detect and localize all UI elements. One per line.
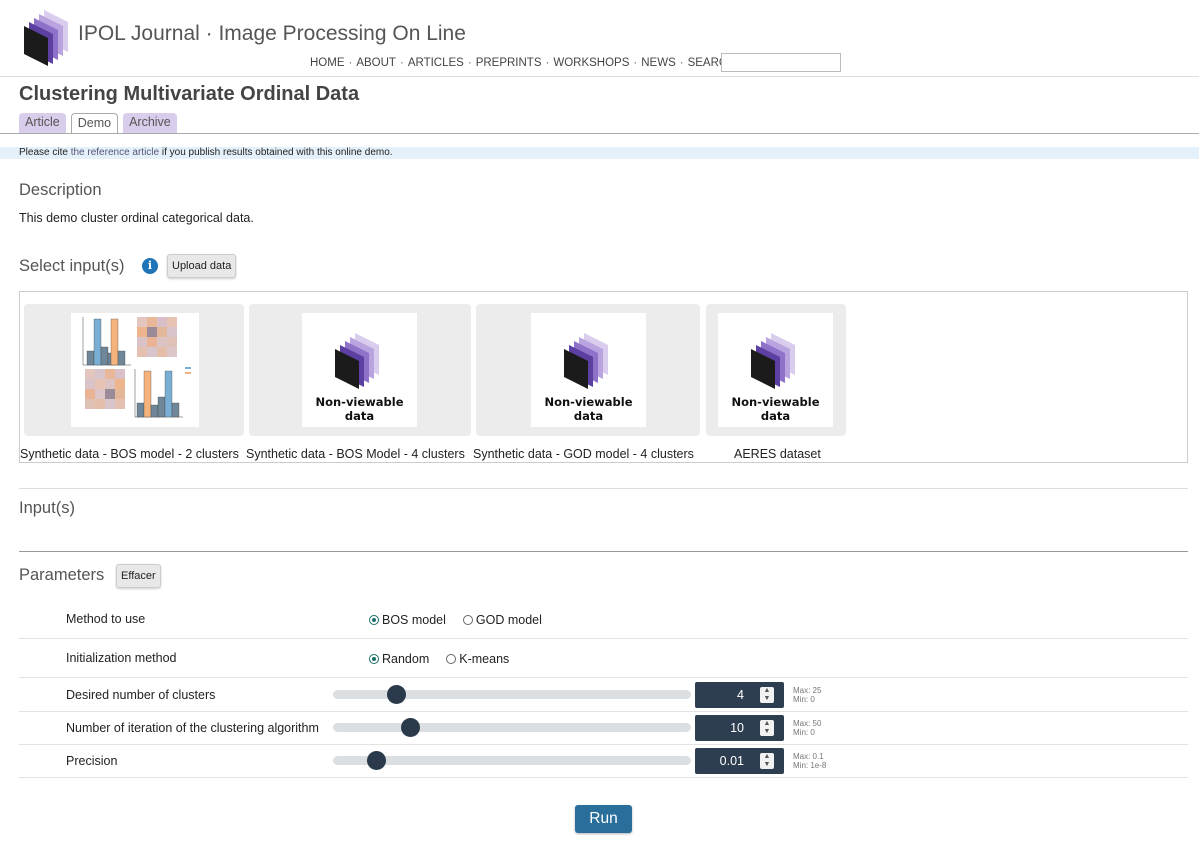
cite-notice: Please cite the reference article if you… <box>0 147 1199 159</box>
gallery-item-bos-2[interactable] <box>24 304 244 436</box>
upload-data-button[interactable]: Upload data <box>167 254 237 278</box>
radio-kmeans[interactable] <box>446 654 457 664</box>
iterations-number-input[interactable]: 10 ▲ ▼ <box>695 715 784 741</box>
radio-god-model-label[interactable]: GOD model <box>476 613 542 627</box>
radio-bos-model[interactable] <box>369 615 379 625</box>
radio-bos-model-label[interactable]: BOS model <box>382 613 446 627</box>
ipol-logo-icon <box>751 333 795 389</box>
iterations-range: Max: 50 Min: 0 <box>793 719 821 737</box>
inputs-heading: Input(s) <box>19 499 75 517</box>
reference-article-link[interactable]: the reference article <box>71 147 159 158</box>
precision-slider[interactable] <box>333 751 691 770</box>
non-viewable-label: Non-viewable data <box>315 395 404 423</box>
param-row-method: Method to use BOS model GOD model <box>19 601 1188 639</box>
clusters-max: Max: 25 <box>793 686 822 695</box>
search-input[interactable] <box>721 53 841 72</box>
gallery-label-bos-4[interactable]: Synthetic data - BOS Model - 4 clusters <box>246 447 465 461</box>
method-radio-group: BOS model GOD model <box>369 613 542 627</box>
clusters-slider[interactable] <box>333 685 691 704</box>
init-label: Initialization method <box>66 651 177 665</box>
info-icon[interactable]: i <box>142 258 158 274</box>
precision-slider-thumb[interactable] <box>366 751 386 770</box>
nav-news[interactable]: NEWS <box>641 57 676 69</box>
param-row-init: Initialization method Random K-means <box>19 640 1188 678</box>
init-radio-group: Random K-means <box>369 652 509 666</box>
cite-text-before: Please cite <box>19 147 71 158</box>
spinner-icon[interactable]: ▲ ▼ <box>760 720 774 736</box>
nav-preprints[interactable]: PREPRINTS <box>476 57 542 69</box>
param-row-iterations: Number of iteration of the clustering al… <box>19 712 1188 745</box>
precision-max: Max: 0.1 <box>793 752 824 761</box>
reset-parameters-button[interactable]: Effacer <box>116 564 161 588</box>
nav-articles[interactable]: ARTICLES <box>408 57 464 69</box>
ipol-logo[interactable] <box>22 8 70 66</box>
tab-demo[interactable]: Demo <box>70 113 119 134</box>
ipol-logo-icon <box>335 333 379 389</box>
clusters-number-input[interactable]: 4 ▲ ▼ <box>695 682 784 708</box>
histogram-preview-image <box>71 313 199 427</box>
clusters-range: Max: 25 Min: 0 <box>793 686 821 704</box>
iterations-max: Max: 50 <box>793 719 822 728</box>
cite-text-after: if you publish results obtained with thi… <box>159 147 393 158</box>
param-row-clusters: Desired number of clusters 4 ▲ ▼ Max: 25 … <box>19 679 1188 712</box>
site-header: IPOL Journal · Image Processing On Line … <box>0 0 1199 76</box>
gallery-item-god-4[interactable]: Non-viewable data <box>476 304 700 436</box>
radio-god-model[interactable] <box>462 615 473 625</box>
non-viewable-thumbnail: Non-viewable data <box>718 313 833 427</box>
precision-number-input[interactable]: 0.01 ▲ ▼ <box>695 748 784 774</box>
run-button[interactable]: Run <box>575 805 632 833</box>
nav-home[interactable]: HOME <box>310 57 345 69</box>
method-label: Method to use <box>66 612 146 626</box>
parameters-heading: Parameters <box>19 566 105 584</box>
precision-label: Precision <box>66 754 118 768</box>
clusters-min: Min: 0 <box>793 695 815 704</box>
param-row-precision: Precision 0.01 ▲ ▼ Max: 0.1 Min: 1e-8 <box>19 745 1188 778</box>
clusters-slider-thumb[interactable] <box>387 685 407 704</box>
iterations-value[interactable]: 10 <box>730 721 744 735</box>
description-text: This demo cluster ordinal categorical da… <box>19 211 254 225</box>
tab-article[interactable]: Article <box>19 113 66 133</box>
header-divider <box>0 76 1199 77</box>
input-gallery: Non-viewable data Non-viewable data Non-… <box>19 291 1188 463</box>
gallery-item-aeres[interactable]: Non-viewable data <box>706 304 846 436</box>
spinner-icon[interactable]: ▲ ▼ <box>760 753 774 769</box>
clusters-value[interactable]: 4 <box>737 688 744 702</box>
spinner-icon[interactable]: ▲ ▼ <box>760 687 774 703</box>
gallery-label-bos-2[interactable]: Synthetic data - BOS model - 2 clusters <box>20 447 239 461</box>
non-viewable-thumbnail: Non-viewable data <box>531 313 646 427</box>
page-tabs: Article Demo Archive <box>19 113 177 134</box>
non-viewable-label: Non-viewable data <box>731 395 820 423</box>
tab-archive[interactable]: Archive <box>123 113 177 133</box>
section-divider <box>19 488 1188 489</box>
tabs-divider <box>0 133 1199 134</box>
gallery-item-bos-4[interactable]: Non-viewable data <box>249 304 471 436</box>
radio-random-label[interactable]: Random <box>382 652 429 666</box>
precision-min: Min: 1e-8 <box>793 761 827 770</box>
radio-kmeans-label[interactable]: K-means <box>459 652 509 666</box>
iterations-label: Number of iteration of the clustering al… <box>66 721 319 735</box>
page-title: Clustering Multivariate Ordinal Data <box>19 83 360 105</box>
non-viewable-label: Non-viewable data <box>544 395 633 423</box>
iterations-slider[interactable] <box>333 718 691 737</box>
select-inputs-heading: Select input(s) <box>19 257 125 275</box>
iterations-slider-thumb[interactable] <box>400 718 420 737</box>
gallery-label-aeres[interactable]: AERES dataset <box>734 447 821 461</box>
non-viewable-thumbnail: Non-viewable data <box>302 313 417 427</box>
top-navigation: HOME · ABOUT · ARTICLES · PREPRINTS · WORKSHOPS ·… <box>310 57 736 69</box>
precision-range: Max: 0.1 Min: 1e-8 <box>793 752 826 770</box>
clusters-label: Desired number of clusters <box>66 688 216 702</box>
nav-workshops[interactable]: WORKSHOPS <box>553 57 629 69</box>
section-divider <box>19 551 1188 552</box>
precision-value[interactable]: 0.01 <box>720 754 744 768</box>
iterations-min: Min: 0 <box>793 728 815 737</box>
site-title[interactable]: IPOL Journal · Image Processing On Line <box>78 22 466 46</box>
gallery-label-god-4[interactable]: Synthetic data - GOD model - 4 clusters <box>473 447 694 461</box>
nav-about[interactable]: ABOUT <box>356 57 396 69</box>
radio-random[interactable] <box>369 654 379 664</box>
ipol-logo-icon <box>564 333 608 389</box>
description-heading: Description <box>19 181 102 199</box>
